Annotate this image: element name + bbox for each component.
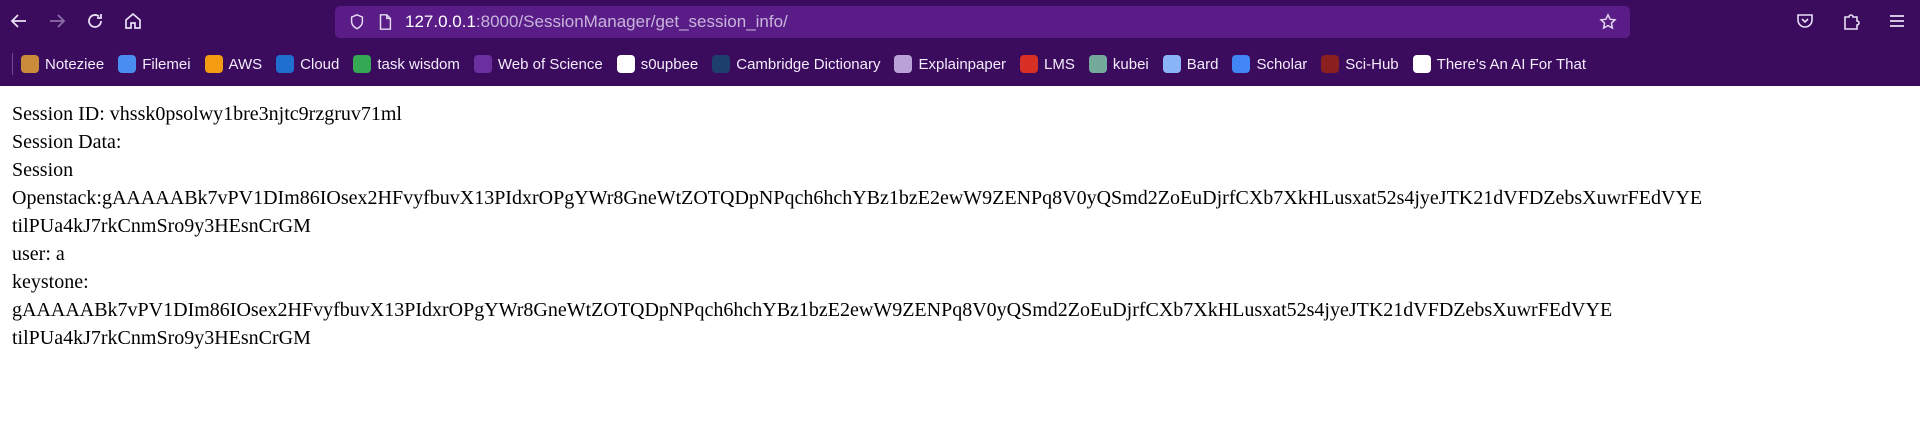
browser-toolbar: 127.0.0.1:8000/SessionManager/get_sessio… (0, 0, 1920, 42)
tracking-protection-shield-icon[interactable] (343, 8, 371, 36)
bookmark-item[interactable]: AWS (204, 55, 263, 73)
bard-icon (1162, 55, 1181, 73)
keystone-token-continuation: tilPUa4kJ7rkCnmSro9y3HEsnCrGM (12, 327, 311, 349)
hamburger-menu-icon (1890, 15, 1904, 27)
pocket-button[interactable] (1782, 2, 1828, 40)
bookmark-label: Explainpaper (918, 55, 1007, 73)
openstack-token-continuation: tilPUa4kJ7rkCnmSro9y3HEsnCrGM (12, 215, 311, 237)
bookmark-label: kubei (1112, 55, 1149, 73)
url-text[interactable]: 127.0.0.1:8000/SessionManager/get_sessio… (405, 12, 788, 32)
cambridge-icon (712, 55, 731, 73)
file-icon (118, 55, 137, 73)
bookmarks-separator (12, 53, 13, 75)
menu-button[interactable] (1874, 2, 1920, 40)
back-arrow-icon (10, 14, 26, 28)
notebook-icon (21, 55, 39, 73)
bookmark-label: Scholar (1256, 55, 1308, 73)
address-bar[interactable]: 127.0.0.1:8000/SessionManager/get_sessio… (335, 6, 1630, 38)
keystone-label: keystone: (12, 271, 89, 293)
bookmark-item[interactable]: Filemei (118, 55, 191, 73)
reload-icon (88, 14, 102, 28)
home-button[interactable] (114, 2, 152, 40)
aws-icon (204, 55, 223, 73)
trello-icon (276, 55, 295, 73)
back-button[interactable] (0, 2, 38, 40)
bookmark-item[interactable]: task wisdom (353, 55, 460, 73)
bookmark-item[interactable]: Bard (1162, 55, 1219, 73)
bookmark-label: Cambridge Dictionary (736, 55, 881, 73)
user-line: user: a (12, 243, 65, 265)
forward-button[interactable] (38, 2, 76, 40)
session-label: Session (12, 159, 74, 181)
bookmark-label: Filemei (142, 55, 191, 73)
bookmark-item[interactable]: LMS (1020, 55, 1075, 73)
bookmark-item[interactable]: Explainpaper (894, 55, 1006, 73)
github-icon (616, 55, 635, 73)
bookmark-label: LMS (1044, 55, 1075, 73)
extensions-button[interactable] (1828, 2, 1874, 40)
pocket-icon (1797, 14, 1813, 28)
bookmark-label: Bard (1186, 55, 1219, 73)
bookmark-item[interactable]: s0upbee (616, 55, 699, 73)
bookmark-item[interactable]: Cambridge Dictionary (712, 55, 880, 73)
bookmark-label: s0upbee (640, 55, 699, 73)
home-icon (125, 12, 141, 29)
scihub-icon (1321, 55, 1340, 73)
bookmark-item[interactable]: kubei (1088, 55, 1149, 73)
bookmarks-toolbar: Noteziee Filemei AWS Cloud task wisdom Web of… (0, 42, 1920, 86)
bookmark-item[interactable]: Web of Science (473, 55, 603, 73)
chatgpt-icon (1088, 55, 1107, 73)
bookmark-item[interactable]: Scholar (1232, 55, 1307, 73)
reload-button[interactable] (76, 2, 114, 40)
bookmark-label: There's An AI For That (1436, 55, 1586, 73)
bookmark-item[interactable]: Cloud (276, 55, 339, 73)
bookmark-item[interactable]: Noteziee (21, 55, 104, 73)
lms-icon (1020, 55, 1039, 73)
openstack-token-line: Openstack:gAAAAABk7vPV1DIm86IOsex2HFvyfb… (12, 187, 1703, 209)
bookmark-item[interactable]: Sci-Hub (1321, 55, 1399, 73)
bookmark-label: Noteziee (45, 55, 105, 73)
page-content: Session ID: vhssk0psolwy1bre3njtc9rzgruv… (0, 86, 1920, 352)
keystone-token-line: gAAAAABk7vPV1DIm86IOsex2HFvyfbuvX13PIdxr… (12, 299, 1613, 321)
url-path: :8000/SessionManager/get_session_info/ (475, 12, 788, 31)
puzzle-icon (1844, 14, 1860, 30)
page-info-icon[interactable] (371, 8, 399, 36)
url-host: 127.0.0.1 (405, 12, 476, 31)
globe-icon (894, 55, 913, 73)
drive-icon (353, 55, 372, 73)
bookmark-label: AWS (228, 55, 263, 73)
session-data-label: Session Data: (12, 131, 122, 153)
bookmark-item[interactable]: There's An AI For That (1412, 55, 1586, 73)
bookmark-star-icon[interactable] (1594, 8, 1622, 36)
bookmark-label: task wisdom (377, 55, 460, 73)
bookmark-label: Cloud (300, 55, 340, 73)
session-id-line: Session ID: vhssk0psolwy1bre3njtc9rzgruv… (12, 103, 402, 125)
bookmark-label: Web of Science (497, 55, 603, 73)
bookmark-label: Sci-Hub (1345, 55, 1399, 73)
scholar-icon (1232, 55, 1251, 73)
clarivate-icon (473, 55, 492, 73)
arm-icon (1412, 55, 1431, 73)
forward-arrow-icon (50, 14, 66, 28)
